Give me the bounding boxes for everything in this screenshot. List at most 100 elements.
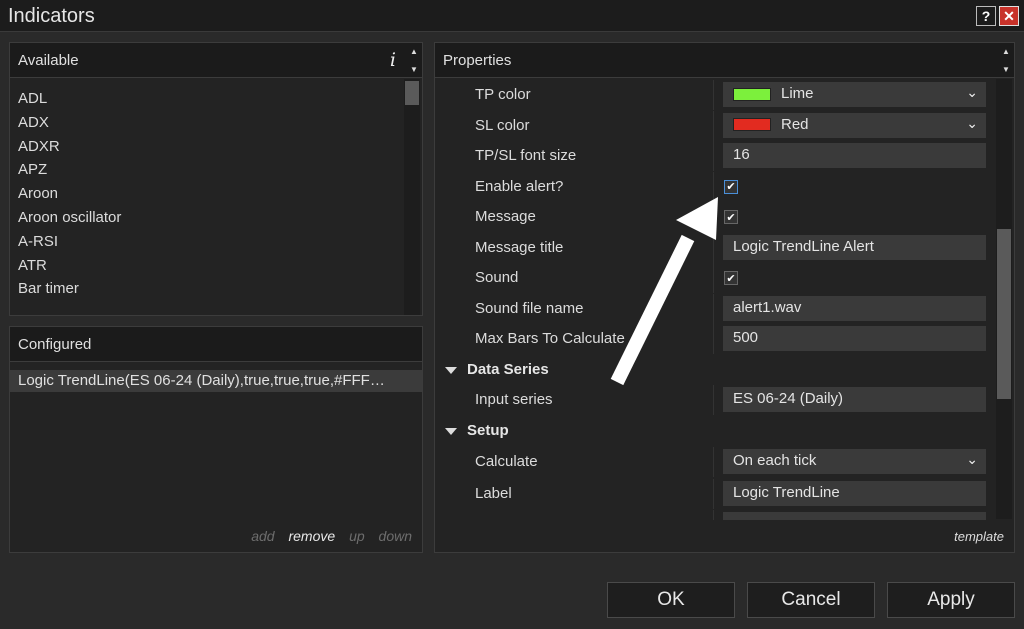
property-grid: TP color Lime ⌄ SL color Red ⌄ TP/SL fon…: [435, 80, 995, 520]
prop-row-message-title: Message title Logic TrendLine Alert: [435, 232, 995, 263]
properties-header-label: Properties: [443, 52, 512, 69]
checkmark-icon: ✔: [726, 181, 736, 193]
available-scroll-thumb[interactable]: [405, 81, 419, 105]
message-checkbox[interactable]: ✔: [724, 210, 738, 224]
divider: [713, 110, 714, 141]
chevron-down-icon[interactable]: ⌄: [966, 84, 978, 101]
divider: [713, 385, 714, 415]
configured-header: Configured: [10, 327, 422, 362]
prop-row-message: Message ✔: [435, 202, 995, 232]
properties-scroll-thumb[interactable]: [997, 229, 1011, 399]
divider: [713, 232, 714, 263]
divider: [713, 324, 714, 354]
list-item-adxr[interactable]: ADXR: [10, 135, 400, 159]
calculate-select[interactable]: On each tick ⌄: [723, 449, 986, 474]
divider: [713, 141, 714, 171]
close-button[interactable]: ✕: [999, 6, 1019, 26]
list-item-bar-timer[interactable]: Bar timer: [10, 277, 400, 301]
properties-scrollbar[interactable]: [996, 79, 1012, 519]
list-item-adx[interactable]: ADX: [10, 111, 400, 135]
sl-color-select[interactable]: Red ⌄: [723, 112, 986, 138]
down-link[interactable]: down: [379, 528, 412, 544]
prop-label: Max Bars To Calculate: [475, 330, 625, 347]
scroll-up-icon[interactable]: ▲: [1002, 47, 1010, 56]
tp-color-select[interactable]: Lime ⌄: [723, 82, 986, 107]
prop-row-input-series: Input series ES 06-24 (Daily): [435, 385, 995, 415]
caret-down-icon[interactable]: [445, 366, 457, 374]
help-button[interactable]: ?: [976, 6, 996, 26]
list-item-aroon-oscillator[interactable]: Aroon oscillator: [10, 206, 400, 230]
properties-panel: Properties ▲ ▼ TP color Lime ⌄ SL color …: [434, 42, 1015, 553]
divider: [713, 171, 714, 202]
prop-row-font-size: TP/SL font size 16: [435, 141, 995, 171]
group-data-series[interactable]: Data Series: [435, 355, 995, 385]
list-item-aroon[interactable]: Aroon: [10, 182, 400, 206]
prop-label: Input series: [475, 391, 553, 408]
prop-row-label: Label Logic TrendLine: [435, 479, 995, 509]
calculate-value: On each tick: [733, 452, 817, 469]
sl-color-value: Red: [781, 115, 809, 133]
divider: [713, 202, 714, 232]
checkmark-icon: ✔: [726, 211, 736, 224]
available-scrollbar[interactable]: [404, 79, 420, 315]
available-panel: Available i ▲ ▼ ADL ADX ADXR APZ Aroon A…: [9, 42, 423, 316]
prop-row-partial: [435, 510, 995, 520]
divider: [713, 80, 714, 110]
properties-header-scroll: ▲ ▼: [998, 43, 1014, 78]
prop-label: Message title: [475, 238, 564, 256]
list-item-a-rsi[interactable]: A-RSI: [10, 230, 400, 254]
properties-header: Properties: [435, 43, 1014, 78]
prop-row-sound-file: Sound file name alert1.wav: [435, 293, 995, 324]
list-item-apz[interactable]: APZ: [10, 158, 400, 182]
input-series-field[interactable]: ES 06-24 (Daily): [723, 387, 986, 412]
prop-row-sound: Sound ✔: [435, 263, 995, 293]
title-bar: Indicators ? ✕: [0, 0, 1024, 32]
apply-button[interactable]: Apply: [887, 582, 1015, 618]
configured-panel: Configured Logic TrendLine(ES 06-24 (Dai…: [9, 326, 423, 553]
prop-label: Sound file name: [475, 299, 584, 317]
divider: [713, 263, 714, 293]
info-icon[interactable]: i: [390, 49, 396, 71]
scroll-down-icon[interactable]: ▼: [410, 65, 418, 74]
prop-row-sl-color: SL color Red ⌄: [435, 110, 995, 141]
caret-down-icon[interactable]: [445, 428, 457, 435]
prop-row-tp-color: TP color Lime ⌄: [435, 80, 995, 110]
cancel-button[interactable]: Cancel: [747, 582, 875, 618]
configured-header-label: Configured: [18, 336, 92, 353]
prop-row-calculate: Calculate On each tick ⌄: [435, 447, 995, 477]
sound-checkbox[interactable]: ✔: [724, 271, 738, 285]
template-link[interactable]: template: [954, 529, 1004, 544]
sound-file-input[interactable]: alert1.wav: [723, 295, 986, 321]
ok-button[interactable]: OK: [607, 582, 735, 618]
prop-label: TP color: [475, 86, 531, 103]
divider: [713, 293, 714, 324]
label-input[interactable]: Logic TrendLine: [723, 481, 986, 506]
remove-link[interactable]: remove: [288, 528, 335, 544]
add-link[interactable]: add: [251, 528, 274, 544]
font-size-input[interactable]: 16: [723, 143, 986, 168]
list-item-atr[interactable]: ATR: [10, 254, 400, 278]
prop-label: Label: [475, 485, 512, 502]
message-title-input[interactable]: Logic TrendLine Alert: [723, 234, 986, 260]
group-label: Data Series: [467, 360, 549, 378]
list-item-adl[interactable]: ADL: [10, 87, 400, 111]
prop-label: TP/SL font size: [475, 147, 577, 164]
group-setup[interactable]: Setup: [435, 416, 995, 446]
scroll-down-icon[interactable]: ▼: [1002, 65, 1010, 74]
partial-field[interactable]: [723, 512, 986, 520]
configured-item[interactable]: Logic TrendLine(ES 06-24 (Daily),true,tr…: [10, 370, 422, 392]
enable-alert-checkbox[interactable]: ✔: [724, 179, 738, 194]
prop-label: Message: [475, 208, 536, 225]
prop-label: SL color: [475, 116, 530, 134]
prop-label: Calculate: [475, 453, 538, 470]
available-header-scroll: ▲ ▼: [406, 43, 422, 78]
up-link[interactable]: up: [349, 528, 365, 544]
chevron-down-icon[interactable]: ⌄: [966, 115, 978, 132]
max-bars-input[interactable]: 500: [723, 326, 986, 351]
color-swatch: [733, 87, 771, 101]
window-title: Indicators: [8, 5, 95, 27]
tp-color-value: Lime: [781, 85, 814, 102]
scroll-up-icon[interactable]: ▲: [410, 47, 418, 56]
prop-label: Enable alert?: [475, 177, 564, 195]
chevron-down-icon[interactable]: ⌄: [966, 451, 978, 468]
